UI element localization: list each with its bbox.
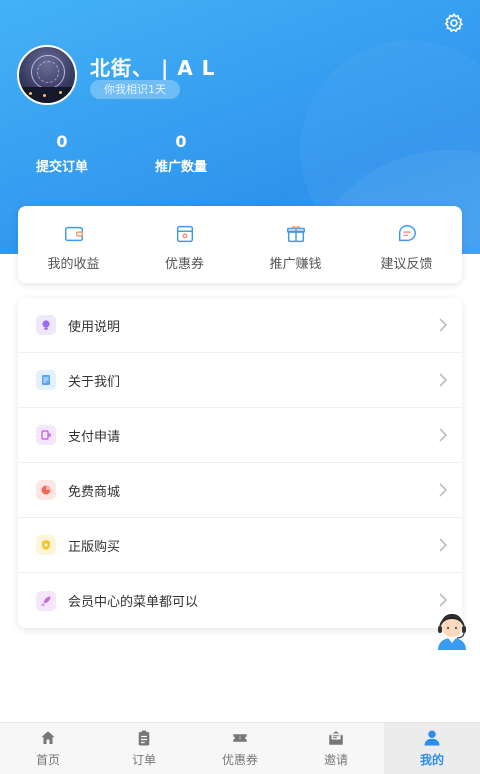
tab-label: 首页 (35, 753, 60, 767)
tab-orders[interactable]: 订单 (96, 723, 192, 774)
quick-action-label: 优惠券 (164, 257, 204, 272)
gear-icon[interactable] (443, 12, 465, 34)
wallet-icon (64, 226, 83, 242)
tab-label: 订单 (131, 753, 156, 767)
menu-item-label: 关于我们 (68, 374, 121, 390)
bottom-tab-bar: 首页 订单 优惠券 邀请 我的 (0, 722, 480, 774)
menu-item-label: 正版购买 (68, 539, 121, 555)
chevron-right-icon (439, 428, 448, 442)
stat-orders[interactable]: 0 提交订单 (17, 132, 107, 175)
tab-invite[interactable]: 邀请 (288, 723, 384, 774)
coupon-icon (176, 225, 193, 243)
menu-item-label: 支付申请 (68, 429, 121, 445)
tab-home[interactable]: 首页 (0, 723, 96, 774)
stat-label: 推广数量 (154, 160, 207, 175)
quick-action-label: 推广赚钱 (269, 257, 322, 272)
quick-action-promote[interactable]: 推广赚钱 (240, 206, 351, 283)
avatar[interactable] (17, 45, 77, 105)
document-icon (36, 370, 56, 390)
stat-value: 0 (56, 132, 68, 151)
menu-item-payment-application[interactable]: 支付申请 (18, 408, 462, 463)
shield-icon (36, 535, 56, 555)
user-icon (424, 730, 440, 746)
stat-promotions[interactable]: 0 推广数量 (136, 132, 226, 175)
menu-list: 使用说明 关于我们 支付申请 免费商城 正版购买 会员中心的菜单都可以 (18, 298, 462, 628)
tab-label: 邀请 (323, 753, 348, 767)
tab-mine[interactable]: 我的 (384, 723, 480, 774)
pie-chart-icon (36, 480, 56, 500)
menu-item-member-center[interactable]: 会员中心的菜单都可以 (18, 573, 462, 628)
lightbulb-icon (36, 315, 56, 335)
menu-item-genuine-purchase[interactable]: 正版购买 (18, 518, 462, 573)
ticket-icon (233, 734, 247, 742)
tab-label: 我的 (419, 753, 444, 767)
gift-icon (286, 226, 305, 243)
envelope-icon (329, 731, 343, 745)
menu-item-about[interactable]: 关于我们 (18, 353, 462, 408)
quick-action-coupons[interactable]: 优惠券 (129, 206, 240, 283)
tab-label: 优惠券 (221, 753, 258, 767)
tab-coupons[interactable]: 优惠券 (192, 723, 288, 774)
home-icon (41, 731, 55, 744)
menu-item-label: 免费商城 (68, 484, 121, 500)
quick-action-label: 建议反馈 (380, 257, 433, 272)
chevron-right-icon (439, 373, 448, 387)
payment-icon (36, 425, 56, 445)
chevron-right-icon (439, 593, 448, 607)
quick-actions-card: 我的收益 优惠券 推广赚钱 建议反馈 (18, 206, 462, 283)
stat-label: 提交订单 (35, 160, 88, 175)
chevron-right-icon (439, 483, 448, 497)
chat-icon (398, 225, 416, 242)
chevron-right-icon (439, 538, 448, 552)
quick-action-feedback[interactable]: 建议反馈 (351, 206, 462, 283)
customer-service-icon[interactable] (434, 610, 470, 650)
menu-item-free-mall[interactable]: 免费商城 (18, 463, 462, 518)
rocket-icon (36, 590, 56, 611)
chevron-right-icon (439, 318, 448, 332)
menu-item-label: 使用说明 (68, 319, 121, 335)
quick-action-label: 我的收益 (47, 257, 100, 272)
username: 北街、 | A L (90, 56, 216, 80)
menu-item-label: 会员中心的菜单都可以 (68, 595, 199, 610)
menu-item-instructions[interactable]: 使用说明 (18, 298, 462, 353)
quick-action-earnings[interactable]: 我的收益 (18, 206, 129, 283)
acquaintance-badge: 你我相识1天 (90, 80, 180, 99)
stat-value: 0 (175, 132, 187, 151)
clipboard-icon (138, 730, 150, 746)
